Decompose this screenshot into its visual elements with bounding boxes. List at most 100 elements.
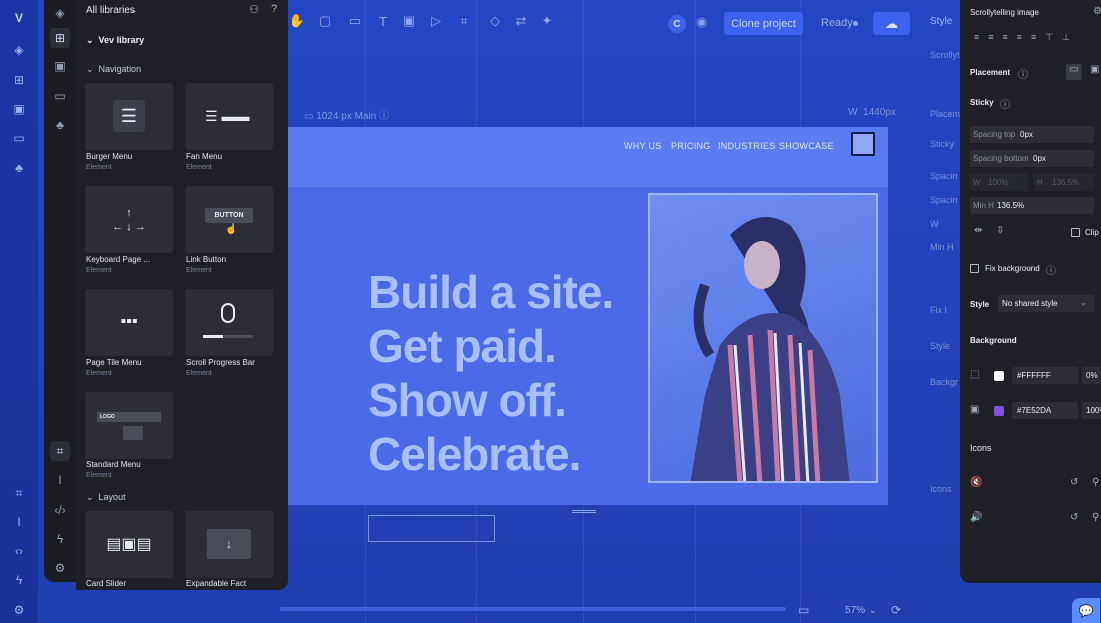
hero-heading[interactable]: Build a site. Get paid. Show off. Celebr… — [368, 265, 668, 481]
info-icon[interactable]: ⓘ — [1046, 262, 1056, 277]
component-icon[interactable]: ◇ — [486, 12, 504, 30]
bolt-icon[interactable]: ϟ — [9, 570, 29, 590]
library-tile-burger-menu[interactable]: ☰ — [85, 83, 173, 150]
resize-handle[interactable] — [572, 510, 596, 513]
chat-support-button[interactable]: 💬 — [1072, 598, 1100, 623]
components-icon[interactable]: ⊞ — [50, 28, 70, 48]
code-icon[interactable]: ‹/› — [50, 500, 70, 520]
section-navigation[interactable]: ⌄ Navigation — [86, 64, 141, 75]
library-tile-fan-menu[interactable]: ☰ ▬▬ — [185, 83, 273, 150]
device-icon[interactable]: ▭ — [798, 603, 809, 617]
layers-icon[interactable]: ◈ — [50, 3, 70, 23]
fix-background-checkbox[interactable] — [970, 264, 979, 273]
frame-name[interactable]: ▭ 1024 px Main ⓘ — [304, 107, 389, 122]
reset-icon[interactable]: ↺ — [1070, 512, 1078, 523]
color-swatch-white[interactable] — [994, 371, 1004, 381]
comment-icon[interactable]: ▢ — [316, 12, 334, 30]
layers-icon[interactable]: ◈ — [9, 40, 29, 60]
nav-link-why-us[interactable]: WHY US — [624, 141, 662, 151]
min-height-field[interactable]: Min H 136.5% — [970, 197, 1094, 214]
style-select[interactable]: No shared style ⌄ — [998, 295, 1094, 312]
info-icon[interactable]: ⓘ — [1018, 66, 1028, 81]
frame-icon[interactable]: ⌗ — [455, 12, 473, 30]
site-preview[interactable]: WHY US PRICING INDUSTRIES SHOWCASE Build… — [288, 127, 888, 505]
resize-vertical-icon[interactable]: ⇳ — [996, 225, 1004, 236]
alignment-icons[interactable]: ≡≡≡≡≡⊤⊥ — [974, 32, 1079, 43]
publish-button[interactable]: ☁ — [873, 12, 910, 35]
spacing-top-field[interactable]: Spacing top 0px — [970, 126, 1094, 143]
empty-section-box[interactable] — [368, 515, 495, 542]
library-tile-card-slider[interactable]: ▤▣▤ — [85, 511, 173, 578]
library-tile-page-tile-menu[interactable]: ▪▪▪ — [85, 289, 173, 356]
image-icon[interactable]: ▣ — [9, 99, 29, 119]
spacing-bottom-field[interactable]: Spacing bottom 0px — [970, 150, 1094, 167]
placement-option-icon[interactable]: ▣ — [1090, 64, 1099, 75]
library-tile-link-button[interactable]: BUTTON ☝ — [185, 186, 273, 253]
text-cursor-icon[interactable]: I — [50, 470, 70, 490]
frame-icon[interactable]: ⌗ — [9, 483, 29, 503]
gear-icon[interactable]: ⚙ — [9, 600, 29, 620]
horizontal-scrollbar[interactable] — [280, 607, 786, 611]
bg-color-2-field[interactable]: #7E52DA — [1012, 402, 1078, 419]
library-tile-standard-menu[interactable]: LOGO — [85, 392, 173, 459]
video-icon[interactable]: ▭ — [50, 86, 70, 106]
code-icon[interactable]: ‹› — [9, 541, 29, 561]
info-icon[interactable]: ⓘ — [1000, 96, 1010, 111]
bg-opacity-2-field[interactable]: 100% — [1082, 402, 1101, 419]
bolt-icon[interactable]: ϟ — [50, 529, 70, 549]
menu-dropdown-preview — [123, 426, 143, 440]
preview-eye-icon[interactable]: ◉ — [696, 14, 707, 30]
nav-link-pricing[interactable]: PRICING — [671, 141, 711, 151]
chevron-down-icon[interactable]: ⌄ — [869, 605, 877, 616]
sound-on-icon[interactable]: 🔊 — [970, 512, 982, 523]
section-layout[interactable]: ⌄ Layout — [86, 492, 126, 503]
bg-opacity-1-field[interactable]: 0% — [1082, 367, 1101, 384]
library-tile-scroll-progress-bar[interactable] — [185, 289, 273, 356]
interaction-icon[interactable]: ⇄ — [512, 12, 530, 30]
image-layer-icon[interactable]: ▣ — [970, 404, 979, 415]
video-icon[interactable]: ▷ — [427, 12, 445, 30]
library-tile-keyboard-page[interactable]: ↑ ← ↓ → — [85, 186, 173, 253]
style-tab[interactable]: Style — [930, 16, 952, 27]
app-logo[interactable]: V — [9, 8, 29, 28]
section-icon[interactable]: ▭ — [346, 12, 364, 30]
link-icon[interactable]: ⚲ — [1092, 512, 1099, 523]
plugin-icon[interactable]: ✦ — [538, 12, 556, 30]
users-icon[interactable]: ⚇ — [249, 3, 259, 16]
avatar[interactable]: C — [668, 15, 686, 33]
help-icon[interactable]: ? — [271, 3, 277, 15]
video-icon[interactable]: ▭ — [9, 128, 29, 148]
shapes-icon[interactable]: ♣ — [9, 158, 29, 178]
resize-horizontal-icon[interactable]: ⇹ — [974, 225, 982, 236]
library-selector[interactable]: All libraries — [86, 5, 135, 16]
image-icon[interactable]: ▣ — [400, 12, 418, 30]
sound-off-icon[interactable]: 🔇 — [970, 477, 982, 488]
clip-checkbox[interactable] — [1071, 228, 1080, 237]
height-field[interactable]: H 136.5% — [1034, 174, 1094, 191]
nav-link-showcase[interactable]: SHOWCASE — [779, 141, 834, 151]
placement-option-icon[interactable]: ▭ — [1066, 64, 1082, 80]
reset-icon[interactable]: ↺ — [1070, 477, 1078, 488]
color-swatch-purple[interactable] — [994, 406, 1004, 416]
hero-image[interactable] — [648, 193, 878, 483]
shapes-icon[interactable]: ♣ — [50, 115, 70, 135]
chevron-down-icon[interactable]: ⌄ — [130, 5, 138, 16]
link-icon[interactable]: ⚲ — [1092, 477, 1099, 488]
gear-icon[interactable]: ⚙ — [1093, 6, 1101, 17]
image-icon[interactable]: ▣ — [50, 56, 70, 76]
frame-icon[interactable]: ⌗ — [50, 441, 70, 461]
text-icon[interactable]: T — [374, 12, 392, 30]
width-field[interactable]: W 100% — [970, 174, 1028, 191]
gear-icon[interactable]: ⚙ — [50, 558, 70, 578]
library-tile-expandable-fact[interactable]: ↓ — [185, 511, 273, 578]
zoom-level[interactable]: 57% — [845, 605, 865, 616]
section-vev-library[interactable]: ⌄ Vev library — [86, 35, 144, 46]
clone-project-button[interactable]: Clone project — [724, 12, 803, 35]
components-icon[interactable]: ⊞ — [9, 70, 29, 90]
refresh-icon[interactable]: ⟳ — [891, 603, 901, 617]
hand-icon[interactable]: ✋ — [288, 12, 306, 30]
nav-link-industries[interactable]: INDUSTRIES — [718, 141, 776, 151]
text-cursor-icon[interactable]: I — [9, 512, 29, 532]
bg-color-1-field[interactable]: #FFFFFF — [1012, 367, 1078, 384]
color-layer-icon[interactable]: ⬚ — [970, 369, 979, 380]
